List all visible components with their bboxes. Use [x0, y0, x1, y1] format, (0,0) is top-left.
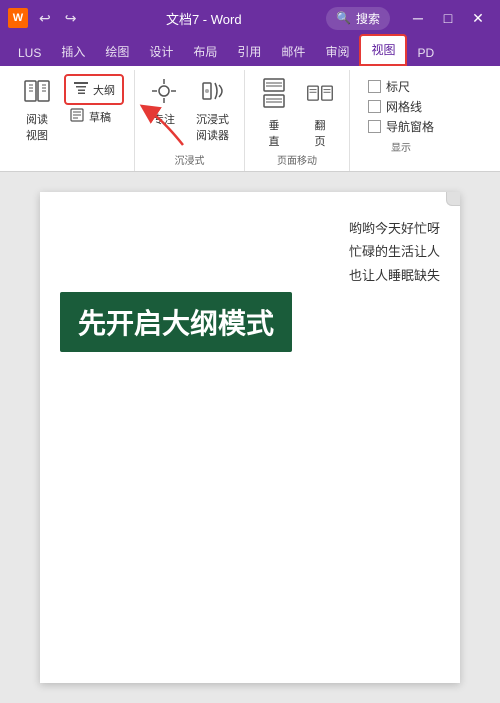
- undo-button[interactable]: ↩: [34, 8, 56, 29]
- vertical-label: 垂直: [269, 117, 280, 149]
- reading-view-icon: [23, 77, 51, 109]
- gridlines-checkbox-box[interactable]: [368, 100, 381, 113]
- title-bar: W ↩ ↪ 文档7 - Word 🔍 搜索 ─ □ ✕: [0, 0, 500, 36]
- show-group-label: 显示: [360, 139, 442, 158]
- ruler-checkbox-box[interactable]: [368, 80, 381, 93]
- immersive-reader-label: 沉浸式阅读器: [196, 111, 229, 143]
- tab-view[interactable]: 视图: [359, 34, 407, 66]
- ribbon-group-views: 阅读视图 大纲: [8, 70, 135, 171]
- tab-review[interactable]: 审阅: [315, 38, 359, 66]
- document-area: 哟哟今天好忙呀 忙碌的生活让人 也让人睡眠缺失 先开启大纲模式: [0, 172, 500, 703]
- ruler-checkbox[interactable]: 标尺: [368, 78, 434, 95]
- undo-redo-controls: ↩ ↪: [34, 8, 81, 29]
- search-label: 搜索: [356, 10, 380, 27]
- flip-label: 翻页: [315, 117, 326, 149]
- immersive-reader-button[interactable]: 沉浸式阅读器: [191, 74, 234, 146]
- tab-pd[interactable]: PD: [407, 41, 444, 66]
- ruler-label: 标尺: [386, 78, 410, 95]
- doc-line-2: 忙碌的生活让人: [349, 240, 440, 263]
- reading-view-label: 阅读视图: [26, 111, 48, 143]
- doc-line-1: 哟哟今天好忙呀: [349, 217, 440, 240]
- highlight-box: 先开启大纲模式: [60, 292, 292, 352]
- gridlines-checkbox[interactable]: 网格线: [368, 98, 434, 115]
- tab-insert[interactable]: 插入: [51, 38, 95, 66]
- views-content: 阅读视图 大纲: [18, 74, 124, 167]
- outline-label: 大纲: [93, 82, 115, 98]
- gridlines-label: 网格线: [386, 98, 422, 115]
- reading-view-button[interactable]: 阅读视图: [18, 74, 56, 146]
- close-button[interactable]: ✕: [464, 4, 492, 32]
- ribbon-tabs: LUS 插入 绘图 设计 布局 引用 邮件 审阅 视图 PD: [0, 36, 500, 66]
- immersive-reader-icon: [199, 77, 227, 109]
- outline-button[interactable]: 大纲: [68, 78, 120, 101]
- tab-design[interactable]: 设计: [139, 38, 183, 66]
- draft-icon: [69, 107, 85, 126]
- search-box[interactable]: 🔍 搜索: [326, 7, 390, 30]
- tab-references[interactable]: 引用: [227, 38, 271, 66]
- tab-lus[interactable]: LUS: [8, 41, 51, 66]
- nav-pane-checkbox[interactable]: 导航窗格: [368, 118, 434, 135]
- page-fold: [446, 192, 460, 206]
- page-move-group-label: 页面移动: [255, 152, 339, 171]
- outline-draft-col: 大纲 草稿: [64, 74, 124, 128]
- flip-icon: [306, 77, 334, 115]
- outline-icon: [73, 80, 89, 99]
- doc-line-3: 也让人睡眠缺失: [349, 264, 440, 287]
- doc-text-right: 哟哟今天好忙呀 忙碌的生活让人 也让人睡眠缺失: [349, 217, 440, 287]
- nav-pane-checkbox-box[interactable]: [368, 120, 381, 133]
- draft-button[interactable]: 草稿: [64, 105, 116, 128]
- page-move-content: 垂直 翻页: [255, 74, 339, 152]
- vertical-button[interactable]: 垂直: [255, 74, 293, 152]
- tab-draw[interactable]: 绘图: [95, 38, 139, 66]
- red-arrow: [133, 100, 193, 155]
- app-logo: W: [8, 8, 28, 28]
- views-group-label: [18, 167, 124, 171]
- document-page: 哟哟今天好忙呀 忙碌的生活让人 也让人睡眠缺失 先开启大纲模式: [40, 192, 460, 683]
- window-buttons: ─ □ ✕: [404, 4, 492, 32]
- minimize-button[interactable]: ─: [404, 4, 432, 32]
- ribbon-group-page-move: 垂直 翻页 页面移动: [245, 70, 350, 171]
- search-icon: 🔍: [336, 11, 351, 25]
- window-title: 文档7 - Word: [87, 9, 320, 28]
- ribbon-bar: 阅读视图 大纲: [0, 66, 500, 172]
- tab-mail[interactable]: 邮件: [271, 38, 315, 66]
- outline-highlighted-wrapper: 大纲: [64, 74, 124, 105]
- draft-label: 草稿: [89, 109, 111, 125]
- show-checkboxes: 标尺 网格线 导航窗格: [360, 74, 442, 139]
- nav-pane-label: 导航窗格: [386, 118, 434, 135]
- maximize-button[interactable]: □: [434, 4, 462, 32]
- tab-layout[interactable]: 布局: [183, 38, 227, 66]
- redo-button[interactable]: ↪: [60, 8, 82, 29]
- vertical-icon: [260, 77, 288, 115]
- flip-button[interactable]: 翻页: [301, 74, 339, 152]
- ribbon-group-show: 标尺 网格线 导航窗格 显示: [350, 70, 452, 171]
